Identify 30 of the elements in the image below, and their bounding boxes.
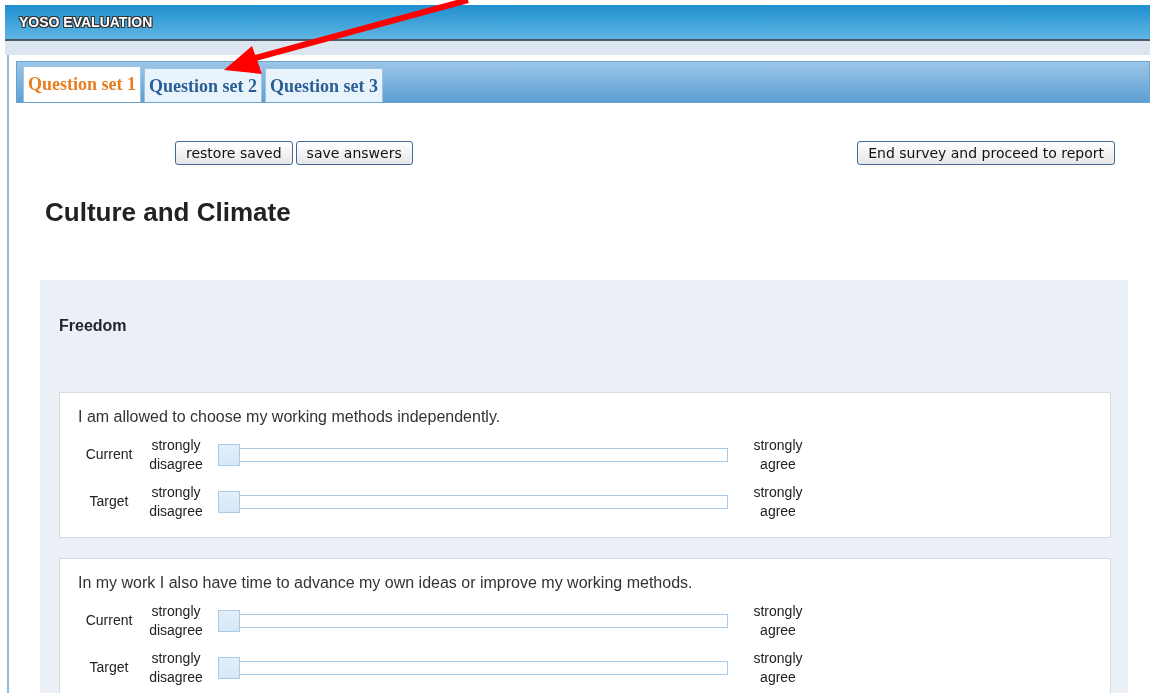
scale-min-label: strongly disagree: [148, 601, 204, 640]
end-survey-button[interactable]: End survey and proceed to report: [857, 141, 1115, 165]
slider-label: Target: [88, 492, 130, 511]
restore-button[interactable]: restore saved: [175, 141, 293, 165]
question-text: In my work I also have time to advance my own ideas or improve my working methods.: [78, 573, 694, 593]
scale-min-label: strongly disagree: [148, 435, 204, 474]
slider-track[interactable]: [218, 656, 728, 679]
section-title: Freedom: [59, 316, 128, 336]
scale-min-label: strongly disagree: [148, 482, 204, 521]
scale-max-label: strongly agree: [752, 601, 804, 640]
slider-label: Current: [84, 611, 134, 630]
scale-min-label: strongly disagree: [148, 648, 204, 687]
slider-label: Current: [84, 445, 134, 464]
slider-track[interactable]: [218, 443, 728, 466]
window-title: YOSO EVALUATION: [19, 12, 153, 32]
scale-max-label: strongly agree: [752, 648, 804, 687]
slider-thumb[interactable]: [218, 609, 240, 632]
tab[interactable]: Question set 2: [144, 68, 262, 102]
slider-thumb[interactable]: [218, 656, 240, 679]
question-text: I am allowed to choose my working methods independently.: [78, 407, 502, 427]
tab[interactable]: Question set 3: [265, 68, 383, 102]
slider-track[interactable]: [218, 609, 728, 632]
slider-label: Target: [88, 658, 130, 677]
page-heading: Culture and Climate: [45, 196, 292, 229]
slider-track[interactable]: [218, 490, 728, 513]
scale-max-label: strongly agree: [752, 482, 804, 521]
slider-thumb[interactable]: [218, 490, 240, 513]
slider-thumb[interactable]: [218, 443, 240, 466]
save-button[interactable]: save answers: [295, 141, 413, 165]
scale-max-label: strongly agree: [752, 435, 804, 474]
